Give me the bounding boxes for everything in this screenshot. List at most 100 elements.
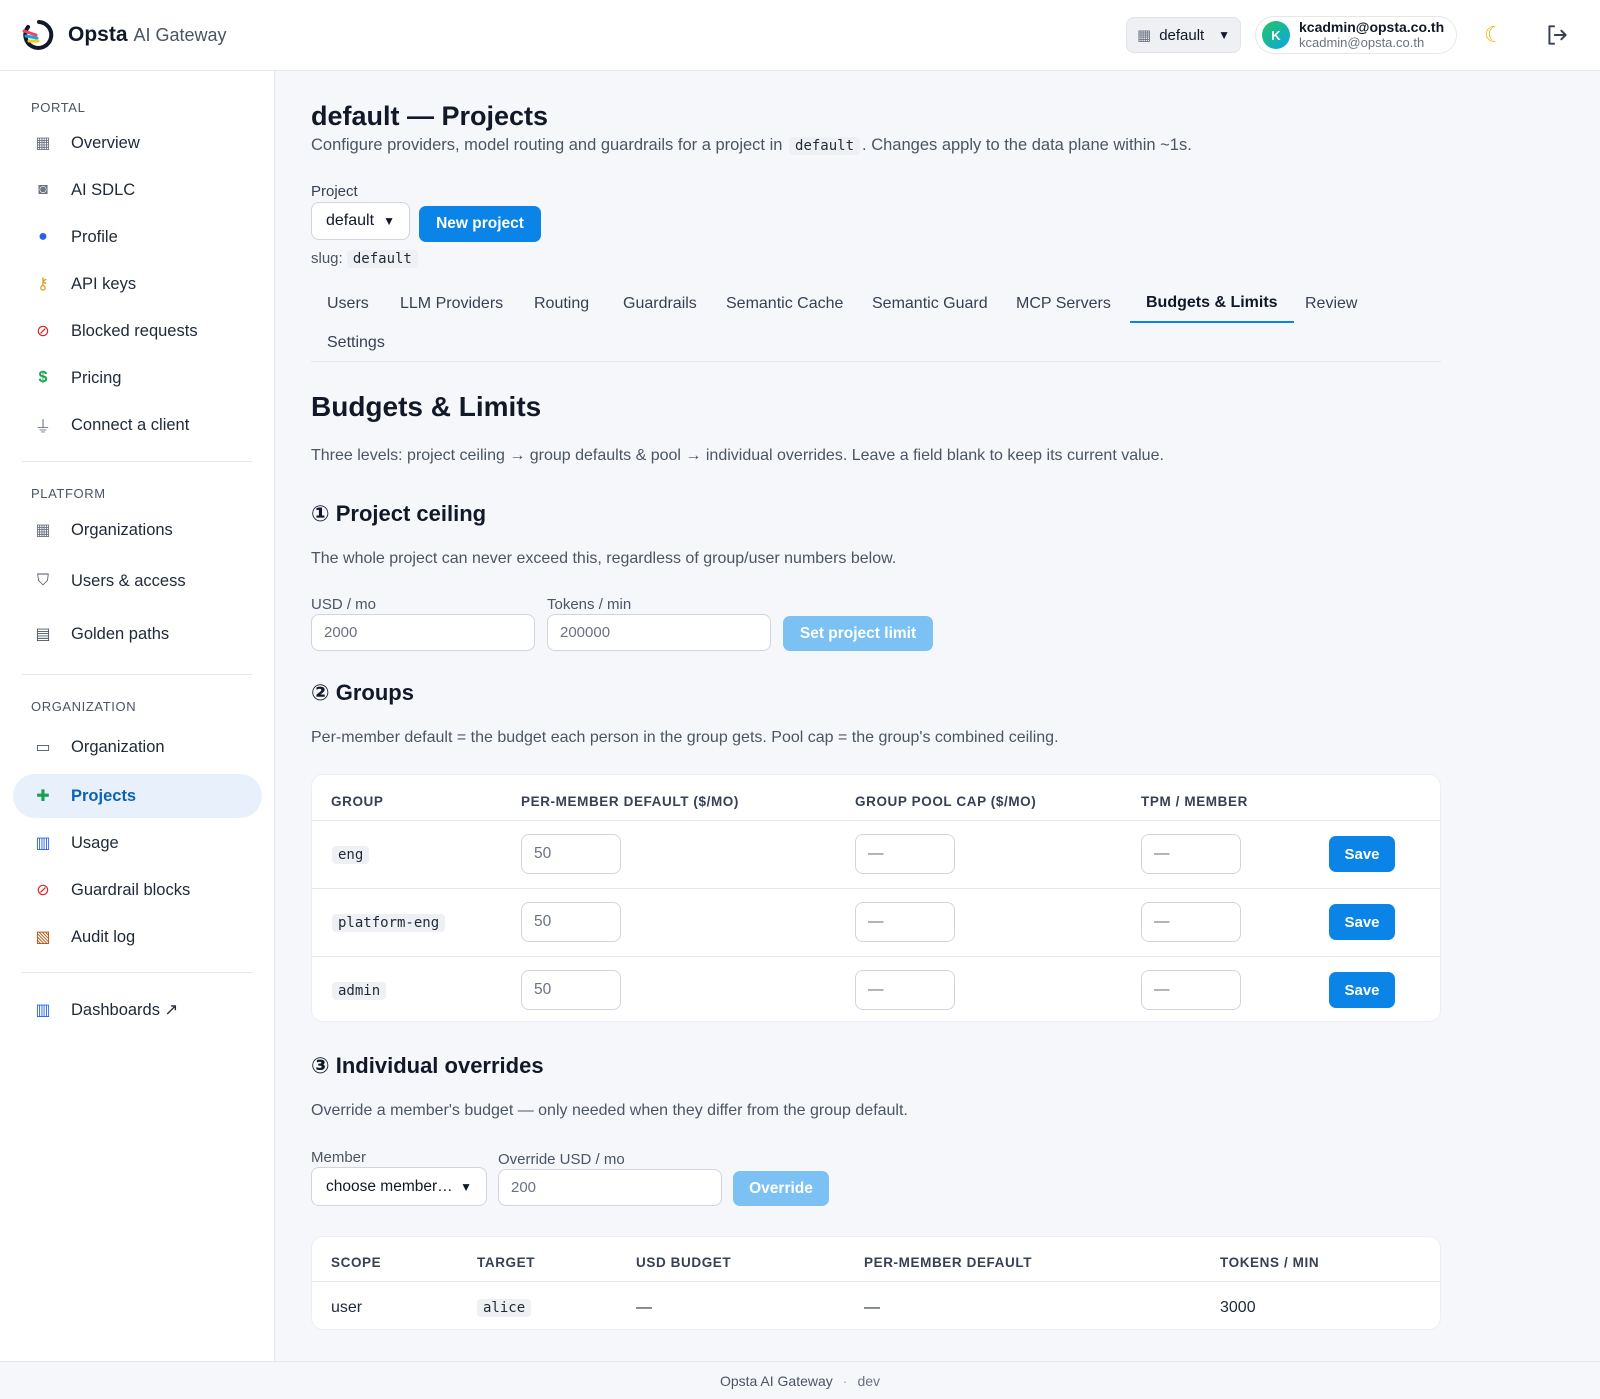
- group-name: eng: [332, 846, 370, 864]
- logout-icon[interactable]: [1544, 22, 1570, 48]
- sidebar-item-pricing[interactable]: $ Pricing: [13, 356, 262, 400]
- sidebar-item-label: Organization: [71, 737, 165, 756]
- pool-cap-input[interactable]: —: [855, 970, 955, 1010]
- tab-semantic-cache[interactable]: Semantic Cache: [710, 285, 859, 323]
- override-scope: user: [331, 1299, 363, 1316]
- sidebar-item-guardrail-blocks[interactable]: ⊘ Guardrail blocks: [13, 868, 262, 912]
- user-menu[interactable]: K kcadmin@opsta.co.th kcadmin@opsta.co.t…: [1255, 16, 1457, 54]
- group-name: admin: [332, 982, 387, 1000]
- override-usd-budget: —: [636, 1299, 652, 1316]
- per-member-input[interactable]: 50: [521, 970, 621, 1010]
- new-project-button[interactable]: New project: [419, 206, 541, 242]
- tpm-input[interactable]: —: [1141, 902, 1241, 942]
- tab-settings[interactable]: Settings: [311, 324, 401, 362]
- shield-icon: ⛉: [36, 572, 49, 589]
- sidebar-section-platform: PLATFORM: [31, 486, 106, 501]
- member-label: Member: [311, 1149, 367, 1166]
- sidebar-item-users-access[interactable]: ⛉ Users & access: [13, 559, 262, 603]
- project-usd-input[interactable]: 2000: [311, 614, 535, 651]
- sidebar-item-connect-client[interactable]: ⏚ Connect a client: [13, 403, 262, 447]
- tab-users[interactable]: Users: [311, 285, 385, 323]
- scroll-icon: ▧: [35, 929, 51, 946]
- project-select[interactable]: default ▼: [311, 202, 410, 240]
- sidebar-item-golden-paths[interactable]: ▤ Golden paths: [13, 612, 262, 656]
- project-ceiling-desc: The whole project can never exceed this,…: [311, 550, 897, 567]
- table-header: PER-MEMBER DEFAULT ($/MO): [521, 794, 739, 809]
- sidebar-item-organizations[interactable]: ▦ Organizations: [13, 508, 262, 552]
- chevron-down-icon: ▼: [460, 1179, 472, 1194]
- sidebar-item-api-keys[interactable]: ⚷ API keys: [13, 262, 262, 306]
- override-button[interactable]: Override: [733, 1171, 829, 1206]
- sidebar-item-profile[interactable]: ● Profile: [13, 215, 262, 259]
- moon-icon[interactable]: ☾: [1484, 22, 1504, 48]
- sidebar-item-ai-sdlc[interactable]: ◙ AI SDLC: [13, 168, 262, 212]
- sidebar-item-label: Overview: [71, 133, 140, 152]
- set-project-limit-button[interactable]: Set project limit: [783, 616, 933, 651]
- override-usd-input[interactable]: 200: [498, 1169, 722, 1206]
- page-description-text: . Changes apply to the data plane within…: [862, 136, 1192, 154]
- puzzle-icon: ✚: [36, 788, 50, 805]
- brand-name: Opsta: [68, 23, 128, 46]
- blocked-icon: ⊘: [36, 882, 50, 899]
- org-select-value: default: [1159, 26, 1205, 44]
- project-tpm-input[interactable]: 200000: [547, 614, 771, 651]
- sidebar-item-label: Organizations: [71, 520, 173, 539]
- brand-sub: AI Gateway: [133, 24, 227, 45]
- tab-routing[interactable]: Routing: [518, 285, 605, 323]
- section-title: Budgets & Limits: [311, 391, 542, 422]
- sidebar-item-label: API keys: [71, 274, 137, 293]
- save-button[interactable]: Save: [1329, 836, 1395, 872]
- window-icon: ▭: [35, 739, 51, 756]
- sidebar-item-usage[interactable]: ▥ Usage: [13, 821, 262, 865]
- sidebar-item-dashboards[interactable]: ▥ Dashboards ↗: [13, 988, 262, 1032]
- save-button[interactable]: Save: [1329, 972, 1395, 1008]
- overrides-table: SCOPE TARGET USD BUDGET PER-MEMBER DEFAU…: [311, 1236, 1441, 1330]
- table-header: TOKENS / MIN: [1220, 1255, 1320, 1270]
- override-usd-label: Override USD / mo: [498, 1151, 625, 1168]
- tab-mcp-servers[interactable]: MCP Servers: [1000, 285, 1127, 323]
- tab-review[interactable]: Review: [1289, 285, 1373, 323]
- tokens-min-label: Tokens / min: [547, 596, 632, 613]
- tab-guardrails[interactable]: Guardrails: [607, 285, 713, 323]
- table-divider: [312, 956, 1440, 957]
- sidebar-item-projects[interactable]: ✚ Projects: [13, 774, 262, 818]
- member-select[interactable]: choose member… ▼: [311, 1167, 487, 1206]
- page-description-text: Configure providers, model routing and g…: [311, 136, 783, 154]
- sidebar-item-audit-log[interactable]: ▧ Audit log: [13, 915, 262, 959]
- pool-cap-input[interactable]: —: [855, 902, 955, 942]
- table-header: TARGET: [477, 1255, 536, 1270]
- group-name: platform-eng: [332, 914, 446, 932]
- blocked-icon: ⊘: [36, 323, 50, 340]
- sidebar-item-overview[interactable]: ▦ Overview: [13, 121, 262, 165]
- tab-llm-providers[interactable]: LLM Providers: [384, 285, 519, 323]
- sidebar-item-organization[interactable]: ▭ Organization: [13, 725, 262, 769]
- overrides-desc: Override a member's budget — only needed…: [311, 1102, 908, 1119]
- sidebar-divider: [22, 972, 252, 973]
- save-button[interactable]: Save: [1329, 904, 1395, 940]
- bar-chart-icon: ▥: [35, 1002, 51, 1019]
- per-member-input[interactable]: 50: [521, 902, 621, 942]
- tpm-input[interactable]: —: [1141, 970, 1241, 1010]
- project-ceiling-title: ① Project ceiling: [311, 501, 487, 526]
- tpm-input[interactable]: —: [1141, 834, 1241, 874]
- sidebar-item-blocked-requests[interactable]: ⊘ Blocked requests: [13, 309, 262, 353]
- bar-chart-icon: ▥: [35, 835, 51, 852]
- grid-icon: ▦: [35, 135, 51, 152]
- sidebar-item-label: Audit log: [71, 927, 136, 946]
- sidebar-item-label: Guardrail blocks: [71, 880, 191, 899]
- sidebar: PORTAL ▦ Overview ◙ AI SDLC ● Profile ⚷ …: [0, 71, 275, 1361]
- per-member-input[interactable]: 50: [521, 834, 621, 874]
- groups-desc: Per-member default = the budget each per…: [311, 729, 1059, 746]
- table-header: GROUP POOL CAP ($/MO): [855, 794, 1037, 809]
- table-divider: [312, 888, 1440, 889]
- section-intro: Three levels: project ceiling → group de…: [311, 447, 1164, 464]
- footer-app: Opsta AI Gateway: [719, 1372, 833, 1389]
- tab-semantic-guard[interactable]: Semantic Guard: [856, 285, 1004, 323]
- org-select[interactable]: ▦ default ▼: [1126, 17, 1241, 53]
- usd-mo-label: USD / mo: [311, 596, 377, 613]
- slug-label: slug:: [311, 250, 343, 267]
- tab-budgets-limits[interactable]: Budgets & Limits: [1130, 285, 1294, 323]
- footer: Opsta AI Gateway · dev: [0, 1361, 1600, 1399]
- pool-cap-input[interactable]: —: [855, 834, 955, 874]
- brand[interactable]: Opsta AI Gateway: [22, 18, 227, 52]
